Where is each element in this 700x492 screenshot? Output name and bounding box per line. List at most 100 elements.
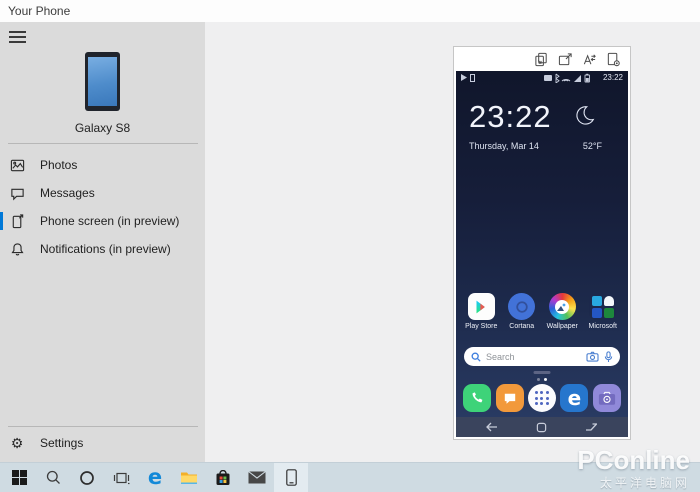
- dock: e: [456, 384, 628, 412]
- cortana-icon: [80, 470, 94, 485]
- taskbar-search-button[interactable]: [36, 463, 70, 492]
- phone-screen[interactable]: 23:22 23:22 Thursday, Mar 14 52°F Play S…: [456, 71, 628, 437]
- status-icon-cluster: [543, 73, 590, 83]
- sidebar-divider: [8, 426, 198, 427]
- back-icon[interactable]: [486, 422, 498, 432]
- clock-widget: 23:22 Thursday, Mar 14 52°F: [469, 101, 618, 151]
- clock-time: 23:22: [469, 99, 552, 134]
- hamburger-icon[interactable]: [9, 31, 26, 44]
- app-microsoft-folder[interactable]: Microsoft: [585, 293, 621, 330]
- task-view-icon: [113, 472, 129, 484]
- window-title: Your Phone: [8, 4, 71, 18]
- folder-mini-icon: [591, 295, 602, 306]
- search-placeholder: Search: [486, 351, 515, 362]
- clock-date: Thursday, Mar 14: [469, 141, 539, 151]
- sidebar-menu: Photos Messages Phone screen (in preview…: [0, 151, 205, 263]
- taskbar: e: [0, 462, 700, 492]
- sidebar-item-messages[interactable]: Messages: [0, 179, 205, 207]
- edge-button[interactable]: e: [138, 463, 172, 492]
- store-icon: [216, 469, 230, 485]
- gear-icon: ⚙: [10, 435, 24, 451]
- screenshot-icon[interactable]: [606, 52, 621, 67]
- open-window-icon[interactable]: [558, 52, 573, 67]
- apps-drawer-icon[interactable]: [527, 384, 556, 412]
- status-time: 23:22: [602, 73, 623, 82]
- sidebar-item-notifications[interactable]: Notifications (in preview): [0, 235, 205, 263]
- search-bar[interactable]: Search: [464, 347, 620, 366]
- notifications-icon: [9, 241, 25, 257]
- sidebar-item-label: Messages: [40, 186, 95, 200]
- sidebar-item-label: Settings: [40, 436, 84, 450]
- your-phone-app-window: Your Phone Galaxy S8 Photos Messages Pho…: [0, 0, 700, 492]
- your-phone-button[interactable]: [274, 463, 308, 492]
- recents-icon[interactable]: [585, 422, 598, 432]
- home-icon[interactable]: [536, 422, 547, 433]
- cortana-icon: [508, 293, 536, 320]
- mirror-toolbar: [454, 47, 630, 71]
- search-icon: [471, 352, 481, 362]
- crescent-moon-icon: [574, 104, 596, 126]
- store-button[interactable]: [206, 463, 240, 492]
- phone-status-bar: 23:22: [456, 71, 628, 84]
- phone-app-icon[interactable]: [463, 384, 492, 412]
- app-cortana[interactable]: Cortana: [504, 293, 540, 330]
- mail-button[interactable]: [240, 463, 274, 492]
- settings-row: ⚙ Settings: [0, 429, 205, 457]
- device-icon: [470, 73, 475, 82]
- device-thumbnail: [85, 52, 120, 111]
- phone-screen-icon: [9, 213, 25, 229]
- phone-mirror-window: 23:22 23:22 Thursday, Mar 14 52°F Play S…: [453, 46, 631, 440]
- edge-icon: e: [147, 465, 163, 489]
- app-label: Microsoft: [588, 323, 617, 330]
- device-thumbnail-screen: [88, 57, 117, 106]
- title-bar: Your Phone: [0, 0, 700, 22]
- play-store-icon: [467, 293, 495, 320]
- folder-mini-icon: [603, 295, 614, 306]
- sidebar-item-label: Photos: [40, 158, 78, 172]
- cortana-button[interactable]: [70, 463, 104, 492]
- file-explorer-button[interactable]: [172, 463, 206, 492]
- edge-logo: e: [567, 386, 582, 410]
- camera-app-icon[interactable]: [592, 384, 621, 412]
- mail-icon: [248, 471, 266, 484]
- start-icon: [11, 470, 27, 485]
- task-view-button[interactable]: [104, 463, 138, 492]
- photos-icon: [9, 157, 25, 173]
- sidebar-item-photos[interactable]: Photos: [0, 151, 205, 179]
- wallpaper-icon: [548, 293, 576, 320]
- sidebar-item-settings[interactable]: ⚙ Settings: [0, 429, 205, 457]
- copy-screens-icon[interactable]: [534, 52, 549, 67]
- sidebar-item-phone-screen[interactable]: Phone screen (in preview): [0, 207, 205, 235]
- camera-icon[interactable]: [586, 351, 599, 362]
- messages-app-icon[interactable]: [495, 384, 524, 412]
- search-icon: [46, 470, 60, 484]
- messages-icon: [9, 185, 25, 201]
- status-left-icons: [461, 73, 475, 82]
- android-nav-bar: [456, 417, 628, 437]
- app-play-store[interactable]: Play Store: [463, 293, 499, 330]
- app-wallpaper[interactable]: Wallpaper: [544, 293, 580, 330]
- edge-app-icon[interactable]: e: [560, 384, 589, 412]
- folder-mini-icon: [591, 307, 602, 318]
- status-right-icons: 23:22: [543, 73, 623, 83]
- sidebar-item-label: Notifications (in preview): [40, 242, 171, 256]
- home-app-row: Play Store Cortana Wallpaper Microsoft: [456, 293, 628, 330]
- mic-icon[interactable]: [604, 350, 613, 363]
- app-label: Play Store: [465, 323, 498, 330]
- sidebar-divider: [8, 143, 198, 144]
- app-label: Wallpaper: [546, 323, 578, 330]
- file-explorer-icon: [181, 472, 197, 484]
- clock-temperature: 52°F: [582, 141, 602, 151]
- start-button[interactable]: [2, 463, 36, 492]
- page-indicator: [537, 378, 547, 381]
- drawer-handle[interactable]: [533, 371, 551, 374]
- app-label: Cortana: [509, 323, 535, 330]
- folder-mini-icon: [603, 307, 614, 318]
- play-icon: [461, 74, 467, 81]
- sidebar-item-label: Phone screen (in preview): [40, 214, 180, 228]
- text-input-icon[interactable]: [582, 52, 597, 67]
- device-name: Galaxy S8: [74, 121, 131, 135]
- microsoft-folder-icon: [589, 293, 617, 320]
- your-phone-icon: [285, 469, 297, 486]
- sidebar: Galaxy S8 Photos Messages Phone screen (…: [0, 22, 205, 462]
